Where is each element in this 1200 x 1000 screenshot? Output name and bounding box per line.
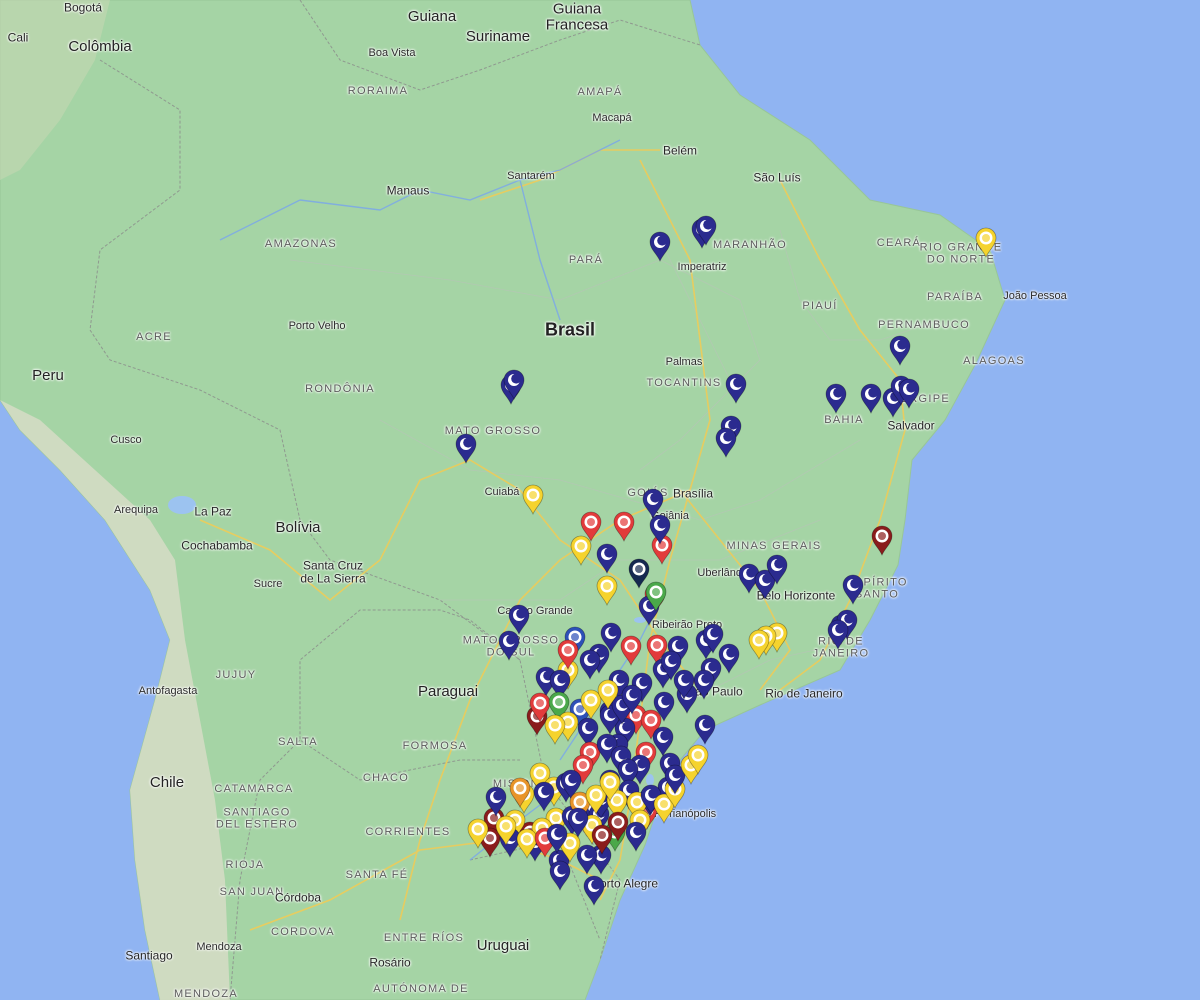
map-marker-yellow[interactable] (687, 744, 709, 776)
map-marker-navy[interactable] (695, 215, 717, 247)
map-view[interactable]: Bogotá Cali Colômbia Guiana Suriname Guiana Fr… (0, 0, 1200, 1000)
map-marker-navy[interactable] (825, 383, 847, 415)
map-marker-yellow[interactable] (570, 535, 592, 567)
map-marker-navy[interactable] (533, 781, 555, 813)
map-marker-navy[interactable] (889, 335, 911, 367)
map-marker-navy[interactable] (567, 807, 589, 839)
map-marker-navy[interactable] (621, 684, 643, 716)
map-marker-navy[interactable] (898, 378, 920, 410)
map-marker-navy[interactable] (766, 554, 788, 586)
map-marker-red[interactable] (557, 639, 579, 671)
map-marker-navy[interactable] (694, 714, 716, 746)
map-marker-navy[interactable] (579, 649, 601, 681)
map-marker-yellow[interactable] (522, 484, 544, 516)
map-marker-yellow[interactable] (599, 771, 621, 803)
map-marker-navy[interactable] (596, 543, 618, 575)
map-marker-navy[interactable] (715, 427, 737, 459)
map-marker-navy[interactable] (653, 691, 675, 723)
map-marker-navy[interactable] (649, 514, 671, 546)
map-marker-orange[interactable] (509, 777, 531, 809)
map-marker-navy[interactable] (485, 786, 507, 818)
map-marker-yellow[interactable] (597, 679, 619, 711)
map-marker-navy[interactable] (827, 619, 849, 651)
map-marker-navy[interactable] (583, 875, 605, 907)
map-marker-navy[interactable] (649, 231, 671, 263)
map-marker-maroon[interactable] (871, 525, 893, 557)
map-marker-yellow[interactable] (467, 818, 489, 850)
map-marker-navy[interactable] (625, 821, 647, 853)
map-marker-yellow[interactable] (975, 227, 997, 259)
map-marker-navy[interactable] (842, 574, 864, 606)
map-marker-yellow[interactable] (748, 629, 770, 661)
map-marker-green[interactable] (645, 581, 667, 613)
map-marker-yellow[interactable] (495, 815, 517, 847)
map-marker-navy[interactable] (549, 860, 571, 892)
map-marker-navy[interactable] (498, 630, 520, 662)
map-marker-navy[interactable] (503, 369, 525, 401)
map-marker-navy[interactable] (725, 373, 747, 405)
map-marker-navy[interactable] (455, 433, 477, 465)
map-marker-navy[interactable] (546, 823, 568, 855)
map-marker-red[interactable] (613, 511, 635, 543)
map-marker-navy[interactable] (860, 383, 882, 415)
map-marker-navy[interactable] (660, 650, 682, 682)
map-marker-yellow[interactable] (596, 575, 618, 607)
map-marker-red[interactable] (620, 635, 642, 667)
map-marker-yellow[interactable] (544, 714, 566, 746)
